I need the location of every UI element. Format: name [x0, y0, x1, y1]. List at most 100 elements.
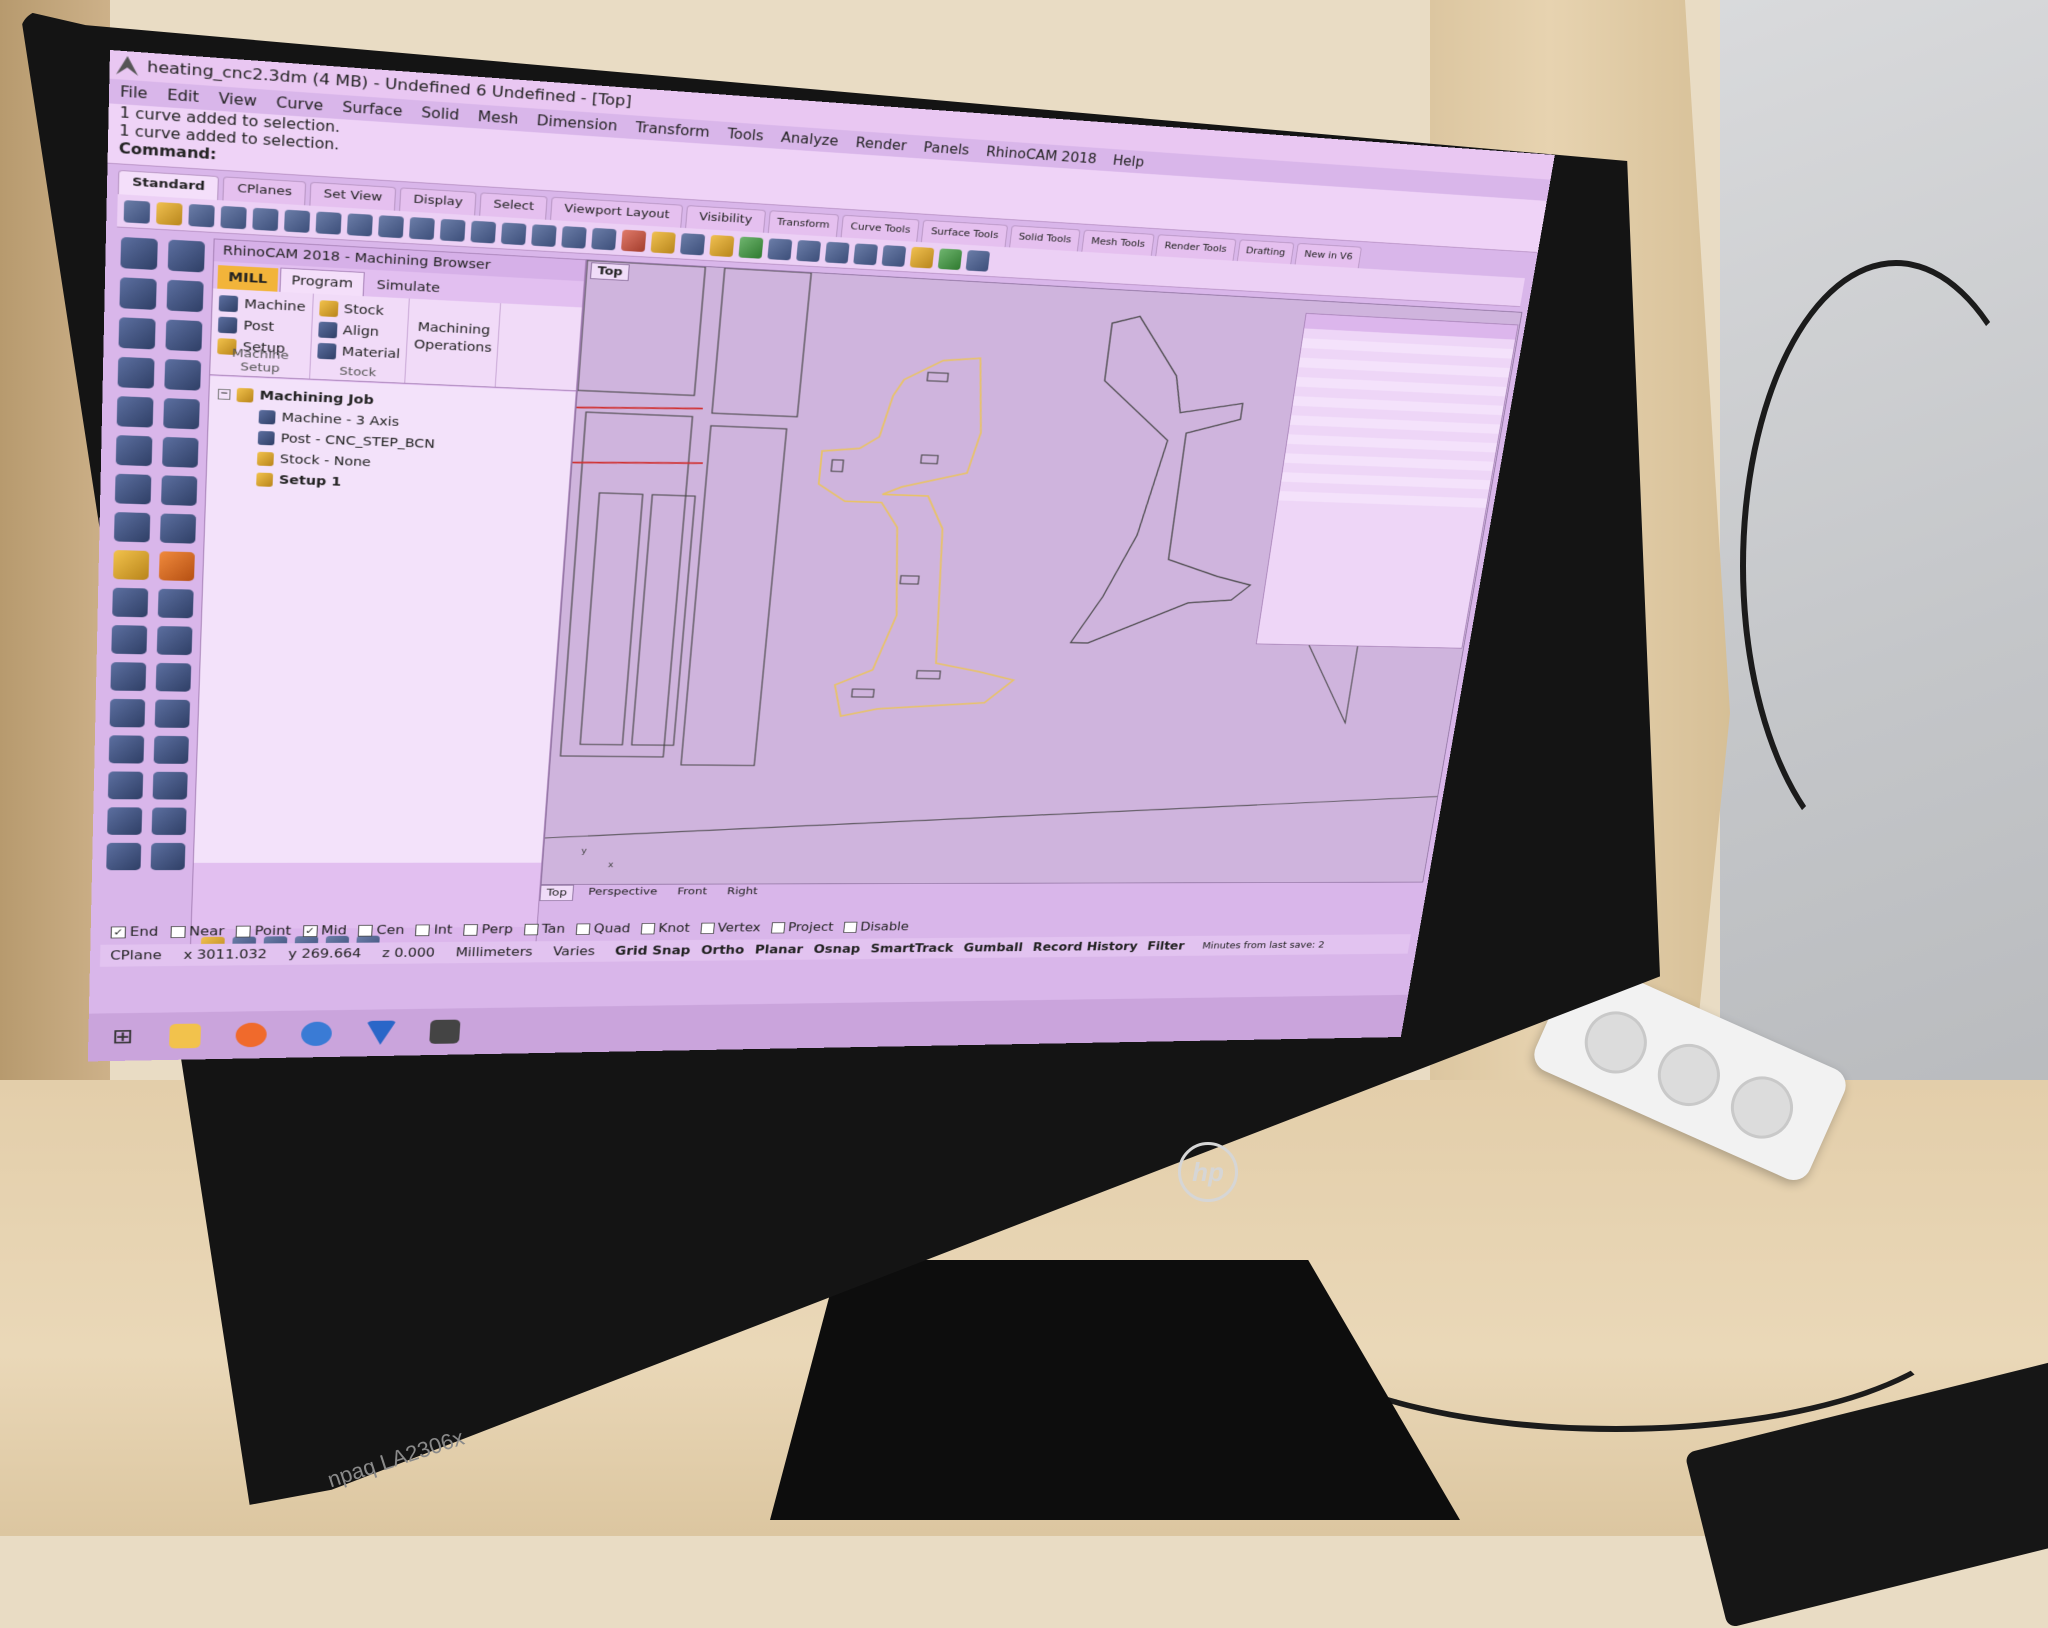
circle-icon[interactable] — [119, 317, 156, 349]
slot-outline[interactable] — [916, 671, 940, 679]
checkbox[interactable] — [771, 922, 785, 933]
curve-icon[interactable] — [167, 280, 204, 313]
surface-edit-icon[interactable] — [162, 437, 199, 468]
checkbox[interactable] — [524, 924, 539, 935]
text-icon[interactable] — [110, 662, 146, 691]
menu-item-curve[interactable]: Curve — [276, 94, 324, 114]
menu-item-edit[interactable]: Edit — [167, 87, 199, 106]
point-icon[interactable] — [168, 240, 205, 273]
zoom-window-icon[interactable] — [501, 222, 527, 245]
checkbox[interactable] — [700, 923, 715, 934]
lock-icon[interactable] — [151, 843, 186, 870]
part-outline[interactable] — [712, 268, 811, 417]
viewport-tab-perspective[interactable]: Perspective — [582, 885, 663, 901]
tab-mill[interactable]: MILL — [217, 265, 278, 292]
checkbox[interactable] — [111, 926, 126, 938]
menu-item-panels[interactable]: Panels — [923, 139, 970, 158]
osnap-point[interactable]: Point — [236, 924, 292, 938]
vcarve-icon[interactable] — [365, 1021, 397, 1046]
status-toggle-record-history[interactable]: Record History — [1032, 940, 1138, 954]
menu-item-dimension[interactable]: Dimension — [536, 112, 618, 134]
menu-item-analyze[interactable]: Analyze — [780, 129, 839, 149]
osnap-cen[interactable]: Cen — [358, 923, 405, 937]
firefox-icon[interactable] — [235, 1023, 267, 1048]
menu-item-transform[interactable]: Transform — [635, 119, 710, 140]
osnap-vertex[interactable]: Vertex — [700, 921, 761, 935]
osnap-project[interactable]: Project — [771, 920, 834, 934]
rhino-icon[interactable] — [429, 1020, 460, 1044]
select-icon[interactable] — [120, 237, 157, 270]
sphere-icon[interactable] — [882, 245, 907, 267]
machining-operations-button[interactable]: Machining Operations — [406, 299, 502, 387]
ellipse-icon[interactable] — [165, 319, 202, 351]
menu-item-view[interactable]: View — [218, 90, 257, 110]
menu-item-tools[interactable]: Tools — [727, 126, 765, 145]
osnap-knot[interactable]: Knot — [641, 921, 691, 935]
windows-start-icon[interactable]: ⊞ — [112, 1025, 134, 1048]
checkbox[interactable] — [415, 925, 430, 937]
render-icon[interactable] — [106, 843, 141, 870]
cut-icon[interactable] — [284, 209, 310, 232]
collapse-icon[interactable]: − — [218, 389, 231, 400]
box-icon[interactable] — [115, 474, 152, 505]
checkbox[interactable] — [576, 923, 591, 934]
pan-icon[interactable] — [409, 217, 435, 240]
new-file-icon[interactable] — [124, 200, 151, 224]
group-icon[interactable] — [153, 772, 188, 800]
status-toggle-planar[interactable]: Planar — [754, 943, 803, 957]
rotate-view-icon[interactable] — [561, 226, 587, 249]
help-icon[interactable] — [966, 250, 991, 272]
grid-icon[interactable] — [110, 699, 146, 728]
slot-outline[interactable] — [927, 372, 948, 381]
browser-icon[interactable] — [300, 1022, 332, 1047]
layer-icon[interactable] — [651, 231, 676, 253]
part-outline[interactable] — [681, 426, 787, 766]
zoom-icon[interactable] — [470, 220, 496, 243]
copy-icon[interactable] — [316, 211, 342, 234]
selected-part-outline[interactable] — [795, 351, 1053, 718]
mesh-icon[interactable] — [160, 513, 196, 543]
four-view-icon[interactable] — [591, 227, 616, 250]
material-button[interactable]: Material — [317, 342, 401, 363]
viewport-title[interactable]: Top — [590, 262, 630, 281]
osnap-disable[interactable]: Disable — [843, 920, 909, 934]
checkbox[interactable] — [302, 925, 317, 937]
array-icon[interactable] — [158, 589, 194, 619]
status-toggle-ortho[interactable]: Ortho — [701, 943, 745, 957]
dimension-icon[interactable] — [156, 663, 192, 692]
menu-item-mesh[interactable]: Mesh — [477, 108, 519, 127]
viewport-tab-right[interactable]: Right — [721, 884, 764, 900]
boolean-icon[interactable] — [112, 588, 148, 618]
selected-curve[interactable] — [577, 403, 703, 413]
hexagon-icon[interactable] — [117, 396, 154, 428]
stock-button[interactable]: Stock — [319, 299, 403, 321]
surface-icon[interactable] — [116, 435, 153, 466]
cplane-label[interactable]: CPlane — [110, 948, 162, 963]
osnap-tan[interactable]: Tan — [524, 922, 566, 936]
light-icon[interactable] — [709, 234, 734, 256]
array-icon[interactable] — [108, 771, 143, 799]
osnap-end[interactable]: End — [111, 925, 159, 939]
osnap-mid[interactable]: Mid — [302, 924, 347, 938]
undo-icon[interactable] — [378, 215, 404, 238]
open-file-icon[interactable] — [156, 202, 182, 226]
checkbox[interactable] — [843, 922, 857, 933]
osnap-quad[interactable]: Quad — [576, 922, 631, 936]
material-icon[interactable] — [738, 236, 763, 258]
osnap-int[interactable]: Int — [415, 923, 453, 937]
part-outline[interactable] — [578, 260, 706, 395]
osnap-perp[interactable]: Perp — [463, 922, 513, 936]
viewport-tab-front[interactable]: Front — [671, 884, 713, 900]
block-icon[interactable] — [109, 735, 144, 763]
checkbox[interactable] — [358, 925, 373, 937]
sphere-icon[interactable] — [853, 243, 878, 265]
checkbox[interactable] — [236, 926, 251, 938]
menu-item-help[interactable]: Help — [1112, 153, 1145, 171]
render-icon[interactable] — [767, 238, 792, 260]
explode-icon[interactable] — [159, 551, 195, 581]
part-outline[interactable] — [580, 493, 643, 745]
rectangle-icon[interactable] — [164, 359, 201, 391]
transform-icon[interactable] — [113, 550, 149, 580]
move-icon[interactable] — [440, 218, 466, 241]
checkbox[interactable] — [463, 924, 478, 936]
